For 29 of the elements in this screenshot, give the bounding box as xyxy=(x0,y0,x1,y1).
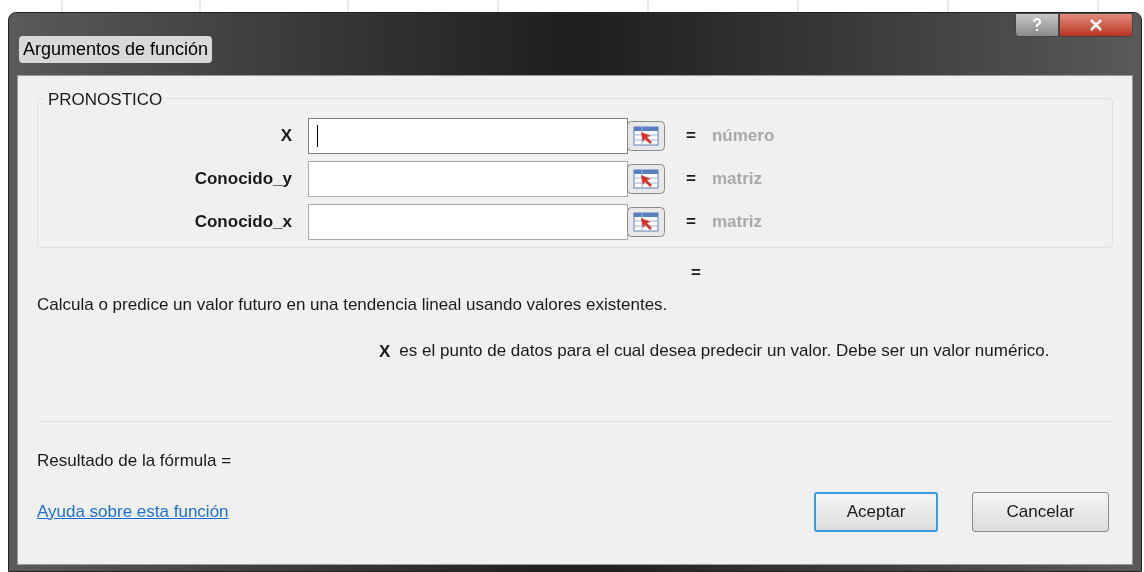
argument-label: Conocido_y xyxy=(193,168,293,191)
help-link[interactable]: Ayuda sobre esta función xyxy=(37,498,229,525)
equals-sign: = xyxy=(686,125,696,148)
help-icon xyxy=(1032,18,1042,32)
range-picker-icon[interactable] xyxy=(627,164,665,194)
argument-result: matriz xyxy=(711,211,762,234)
function-description: Calcula o predice un valor futuro en una tendencia lineal usando valores existentes. xyxy=(37,293,669,316)
dialog-button[interactable]: Cancelar xyxy=(972,491,1109,532)
argument-label: X xyxy=(279,125,293,148)
formula-result: Resultado de la fórmula = xyxy=(37,450,233,472)
argument-field[interactable] xyxy=(308,118,628,154)
equals-sign: = xyxy=(686,211,696,234)
equals-sign: = xyxy=(691,262,701,284)
range-picker-icon[interactable] xyxy=(627,207,665,237)
argument-result: número xyxy=(711,125,775,148)
argument-field[interactable] xyxy=(308,161,628,197)
text-cursor xyxy=(317,125,318,147)
close-button[interactable] xyxy=(1059,13,1133,37)
close-icon xyxy=(1089,19,1103,31)
argument-field[interactable] xyxy=(308,204,628,240)
range-picker-icon[interactable] xyxy=(627,121,665,151)
argument-label: Conocido_x xyxy=(193,211,293,234)
argument-result: matriz xyxy=(711,168,762,191)
window-title: Argumentos de función xyxy=(19,36,213,63)
argument-help-text: es el punto de datos para el cual desea predecir un valor. Debe ser un valor numérico. xyxy=(399,340,1050,362)
equals-sign: = xyxy=(686,168,696,191)
argument-name: X xyxy=(379,341,391,363)
dialog-button[interactable]: Aceptar xyxy=(814,491,938,532)
help-button[interactable] xyxy=(1015,13,1059,37)
